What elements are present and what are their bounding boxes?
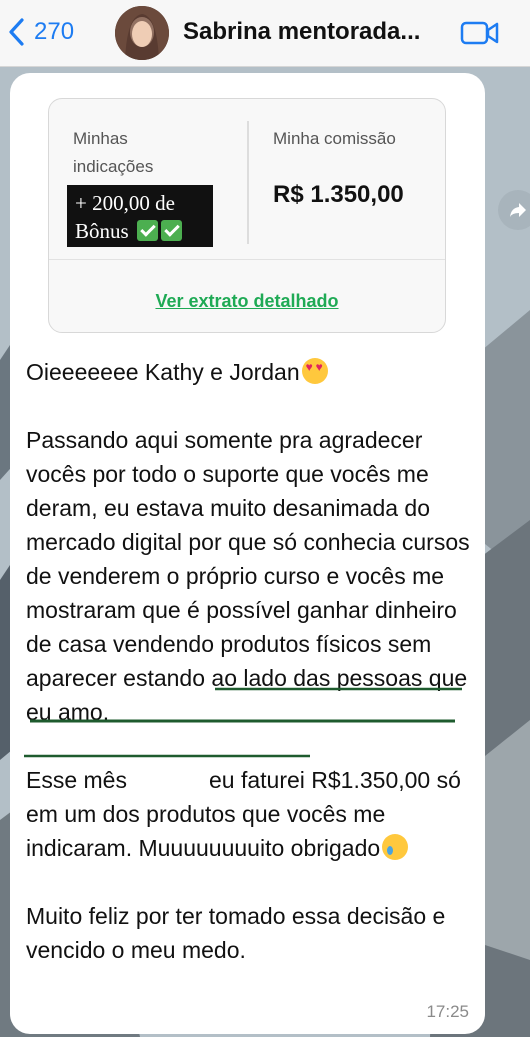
chevron-left-icon <box>9 18 24 46</box>
bonus-line2-row: Bônus <box>75 217 213 245</box>
commission-value: R$ 1.350,00 <box>273 181 404 208</box>
referrals-label-line1: Minhas <box>73 129 128 148</box>
referral-card: Minhas indicações + 200,00 de Bônus Minh… <box>48 98 446 333</box>
check-mark-icon <box>160 220 182 241</box>
commission-column: Minha comissão R$ 1.350,00 <box>273 125 404 209</box>
message-bubble[interactable]: Minhas indicações + 200,00 de Bônus Minh… <box>10 73 485 1034</box>
card-separator <box>49 259 445 260</box>
card-divider <box>247 121 249 244</box>
chat-header: 270 Sabrina mentorada... <box>0 0 530 67</box>
forward-arrow-icon <box>510 203 526 217</box>
commission-label: Minha comissão <box>273 129 396 148</box>
forward-button[interactable] <box>498 190 530 230</box>
paragraph-2-start: Esse mês <box>26 767 127 793</box>
statement-link[interactable]: Ver extrato detalhado <box>49 291 445 312</box>
paragraph-3: Muito feliz por ter tomado essa decisão … <box>26 903 446 963</box>
message-text: Oieeeeeee Kathy e Jordan Passando aqui s… <box>26 355 476 967</box>
contact-name[interactable]: Sabrina mentorada... <box>183 18 420 46</box>
unread-count: 270 <box>34 18 75 45</box>
paragraph-2: Esse mês eu faturei R$1.350,00 só em um d… <box>26 763 476 865</box>
heart-eyes-emoji-icon <box>301 358 328 384</box>
back-button[interactable]: 270 <box>6 17 74 47</box>
greeting-line: Oieeeeeee Kathy e Jordan <box>26 355 476 389</box>
referrals-column: Minhas indicações <box>73 125 233 181</box>
bonus-line2: Bônus <box>75 219 129 243</box>
referrals-label-line2: indicações <box>73 157 154 176</box>
check-mark-icon <box>136 220 158 241</box>
avatar[interactable] <box>115 6 169 60</box>
avatar-image <box>115 6 169 60</box>
redacted-area <box>131 787 205 788</box>
crying-emoji-icon <box>382 834 409 860</box>
greeting-text: Oieeeeeee Kathy e Jordan <box>26 359 300 385</box>
message-time: 17:25 <box>426 1002 469 1021</box>
video-camera-icon[interactable] <box>460 20 500 46</box>
bonus-overlay: + 200,00 de Bônus <box>67 185 213 247</box>
paragraph-1: Passando aqui somente pra agradecer você… <box>26 427 470 725</box>
bonus-line1: + 200,00 de <box>75 191 175 215</box>
